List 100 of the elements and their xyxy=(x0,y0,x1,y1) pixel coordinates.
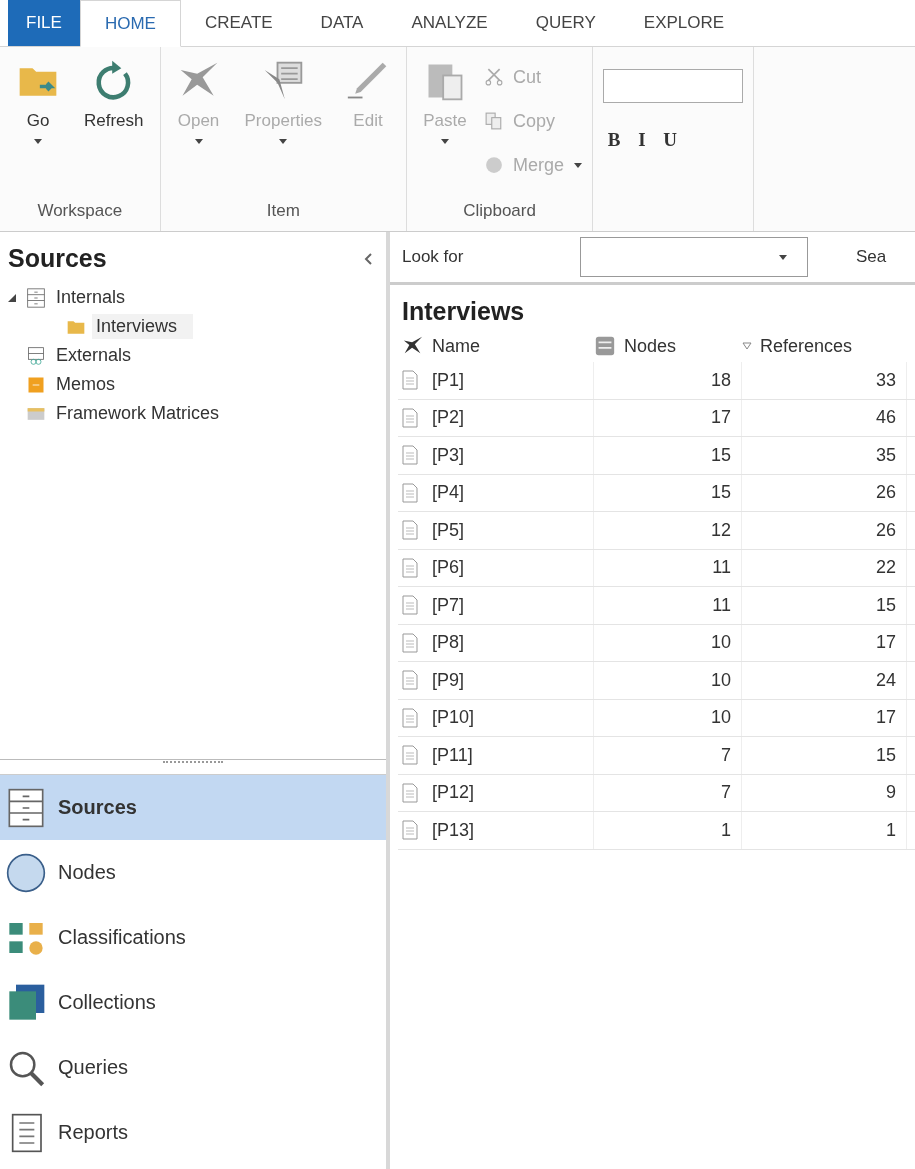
table-cell: [P11] xyxy=(432,744,473,766)
navigation-item[interactable]: Collections xyxy=(0,970,386,1035)
splitter-grip[interactable] xyxy=(163,761,223,765)
list-title: Interviews xyxy=(401,296,526,327)
sphere-icon xyxy=(485,156,503,174)
table-cell: [P1] xyxy=(432,369,465,391)
document-icon xyxy=(402,557,418,578)
look-for-dropdown[interactable] xyxy=(580,237,808,277)
document-icon xyxy=(402,745,418,766)
table-cell: 17 xyxy=(875,632,896,654)
document-icon xyxy=(402,782,418,803)
format-button[interactable]: I xyxy=(631,129,654,151)
format-button[interactable]: B xyxy=(603,129,626,151)
document-icon xyxy=(402,445,418,466)
table-cell: 15 xyxy=(875,744,896,766)
column-header[interactable]: Name xyxy=(432,335,480,357)
search-button[interactable]: Sea xyxy=(856,247,887,267)
ribbon-tab[interactable]: HOME xyxy=(79,0,181,47)
table-cell: 22 xyxy=(875,557,896,579)
table-cell: [P13] xyxy=(432,819,475,841)
table-cell: 10 xyxy=(710,707,731,729)
nodes-icon xyxy=(594,335,616,357)
cabinet-icon xyxy=(26,345,46,366)
document-icon xyxy=(402,632,418,653)
table-cell: [P5] xyxy=(432,519,465,541)
table-cell: 24 xyxy=(875,669,896,691)
table-cell: [P6] xyxy=(432,557,465,579)
table-cell: [P10] xyxy=(432,707,475,729)
column-header[interactable]: References xyxy=(760,335,853,357)
collapse-icon[interactable] xyxy=(364,252,372,265)
document-icon xyxy=(402,482,418,503)
tree-item[interactable]: Internals xyxy=(52,285,130,310)
table-cell: [P3] xyxy=(432,444,465,466)
document-icon xyxy=(402,820,418,841)
table-cell: 7 xyxy=(721,782,731,804)
tree-item[interactable]: Memos xyxy=(52,372,119,397)
table-cell: 1 xyxy=(721,819,731,841)
document-icon xyxy=(402,670,418,691)
table-cell: 12 xyxy=(710,519,731,541)
ribbon-tab[interactable]: EXPLORE xyxy=(619,0,749,46)
table-cell: [P7] xyxy=(432,594,465,616)
group-label: Item xyxy=(265,200,301,222)
navigation-item[interactable]: Classifications xyxy=(0,905,386,970)
navigation-item[interactable]: Nodes xyxy=(0,840,386,905)
ribbon-tab[interactable]: QUERY xyxy=(511,0,620,46)
column-header[interactable]: Nodes xyxy=(624,335,677,357)
search-label: Look for xyxy=(402,247,465,267)
document-icon xyxy=(402,707,418,728)
tree-item[interactable]: Framework Matrices xyxy=(52,401,224,426)
table-cell: [P2] xyxy=(432,407,465,429)
table-cell: 7 xyxy=(721,744,731,766)
cabinet-icon xyxy=(6,787,46,828)
table-cell: 33 xyxy=(875,369,896,391)
scissors-icon xyxy=(485,68,503,86)
tree-item[interactable]: Externals xyxy=(52,343,136,368)
document-icon xyxy=(402,520,418,541)
document-icon xyxy=(402,407,418,428)
ribbon-tab[interactable]: ANALYZE xyxy=(387,0,512,46)
table-cell: 9 xyxy=(886,782,896,804)
table-cell: 10 xyxy=(710,632,731,654)
table-cell: [P12] xyxy=(432,782,475,804)
group-label: Workspace xyxy=(36,200,124,222)
navigation-item[interactable]: Queries xyxy=(0,1035,386,1100)
table-cell: 11 xyxy=(712,557,731,579)
table-cell: [P9] xyxy=(432,669,465,691)
table-cell: 15 xyxy=(710,444,731,466)
document-icon xyxy=(402,595,418,616)
circle-icon xyxy=(6,852,46,893)
table-cell: 26 xyxy=(875,482,896,504)
copy-icon xyxy=(485,112,503,130)
table-cell: 15 xyxy=(710,482,731,504)
ribbon-tab[interactable]: DATA xyxy=(296,0,388,46)
table-cell: 18 xyxy=(710,369,731,391)
table-cell: 17 xyxy=(875,707,896,729)
table-cell: [P4] xyxy=(432,482,465,504)
table-cell: 26 xyxy=(875,519,896,541)
font-field[interactable] xyxy=(603,69,744,103)
format-button[interactable]: U xyxy=(659,129,682,151)
table-cell: 17 xyxy=(710,407,731,429)
table-cell: [P8] xyxy=(432,632,465,654)
table-cell: 46 xyxy=(875,407,896,429)
tree-item[interactable]: Interviews xyxy=(92,314,194,339)
table-cell: 15 xyxy=(875,594,896,616)
ribbon-tab[interactable]: FILE xyxy=(8,0,80,46)
cabinet-icon xyxy=(26,287,46,308)
document-icon xyxy=(402,370,418,391)
sort-icon[interactable] xyxy=(742,342,752,350)
navigation-item[interactable]: Sources xyxy=(0,775,386,840)
group-label: Clipboard xyxy=(462,200,537,222)
navigation-item[interactable]: Reports xyxy=(0,1100,386,1165)
table-cell: 11 xyxy=(712,594,731,616)
table-cell: 35 xyxy=(875,444,896,466)
table-cell: 1 xyxy=(886,819,896,841)
ribbon-tab[interactable]: CREATE xyxy=(180,0,297,46)
ribbon-button[interactable]: Go xyxy=(10,53,66,197)
caret-icon xyxy=(779,254,787,260)
ribbon-button[interactable]: Refresh xyxy=(78,53,150,197)
panel-title: Sources xyxy=(8,244,107,273)
expand-arrow-icon[interactable] xyxy=(8,293,16,302)
stack-icon xyxy=(6,982,46,1023)
